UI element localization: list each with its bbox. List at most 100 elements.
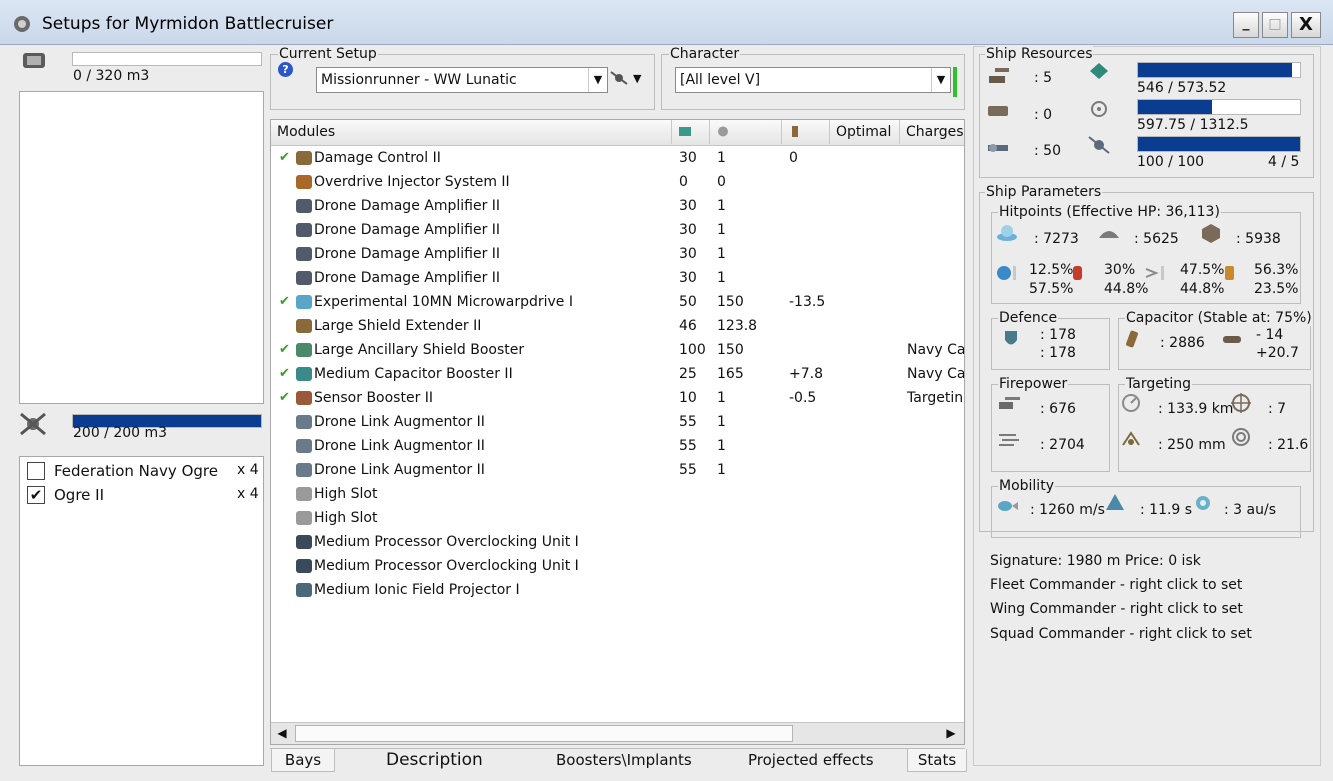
cargo-list[interactable] xyxy=(19,91,264,404)
module-charges: Targetin xyxy=(907,390,964,406)
turret-slot-icon xyxy=(989,68,1009,83)
module-icon xyxy=(296,319,312,333)
firepower-label: Firepower xyxy=(998,376,1069,392)
module-name: Sensor Booster II xyxy=(314,390,434,406)
module-active-icon: ✔ xyxy=(279,294,290,309)
module-pg: 1 xyxy=(717,438,726,454)
tab-description[interactable]: Description xyxy=(386,749,483,771)
launcher-slots-value: : 0 xyxy=(1034,107,1053,123)
thermal-resist-top: 30% xyxy=(1104,262,1136,278)
wing-commander-slot[interactable]: Wing Commander - right click to set xyxy=(990,601,1243,617)
table-row[interactable]: ✔ Experimental 10MN Microwarpdrive I 50 150… xyxy=(271,290,964,314)
turret-slots-value: : 5 xyxy=(1034,70,1053,86)
module-cpu: 50 xyxy=(679,294,697,310)
calibration-value: : 50 xyxy=(1034,143,1061,159)
column-header-capacitor[interactable] xyxy=(782,120,830,144)
tab-bays[interactable]: Bays xyxy=(271,749,335,772)
module-name: Drone Link Augmentor II xyxy=(314,462,485,478)
table-row[interactable]: Overdrive Injector System II 0 0 xyxy=(271,170,964,194)
module-charges: Navy Ca xyxy=(907,366,965,382)
module-name: Large Shield Extender II xyxy=(314,318,482,334)
drone-icon[interactable] xyxy=(610,70,628,86)
tab-boosters-implants[interactable]: Boosters\Implants xyxy=(556,749,692,771)
table-row[interactable]: Medium Ionic Field Projector I xyxy=(271,578,964,602)
module-cpu: 0 xyxy=(679,174,688,190)
kinetic-resist-top: 47.5% xyxy=(1180,262,1225,278)
module-icon xyxy=(296,415,312,429)
table-row[interactable]: Medium Processor Overclocking Unit I xyxy=(271,554,964,578)
table-row[interactable]: High Slot xyxy=(271,482,964,506)
module-icon xyxy=(296,535,312,549)
minimize-button[interactable]: _ xyxy=(1233,12,1259,38)
title-bar[interactable]: Setups for Myrmidon Battlecruiser _ □ X xyxy=(0,0,1333,45)
table-row[interactable]: ✔ Damage Control II 30 1 0 xyxy=(271,146,964,170)
table-row[interactable]: Drone Link Augmentor II 55 1 xyxy=(271,434,964,458)
powergrid-bar xyxy=(1137,99,1301,115)
module-pg: 150 xyxy=(717,342,744,358)
scrollbar-thumb[interactable] xyxy=(295,725,793,742)
structure-hp-icon xyxy=(1202,224,1220,243)
help-icon[interactable]: ? xyxy=(278,62,293,77)
align-time-icon xyxy=(1106,494,1124,510)
close-button[interactable]: X xyxy=(1291,12,1321,38)
module-icon xyxy=(296,559,312,573)
thermal-resist-icon xyxy=(1073,266,1082,280)
scroll-right-icon[interactable]: ▶ xyxy=(942,726,960,742)
chevron-down-icon[interactable]: ▼ xyxy=(931,68,950,92)
table-row[interactable]: ✔ Medium Capacitor Booster II 25 165 +7.8 Nav… xyxy=(271,362,965,386)
setup-dropdown[interactable]: Missionrunner - WW Lunatic ▼ xyxy=(316,67,608,93)
module-name: High Slot xyxy=(314,486,378,502)
column-header-optimal[interactable]: Optimal xyxy=(830,120,900,144)
column-header-cpu[interactable] xyxy=(672,120,710,144)
fleet-commander-slot[interactable]: Fleet Commander - right click to set xyxy=(990,577,1242,593)
list-item[interactable]: ✔ Ogre II x 4 xyxy=(20,483,263,509)
chevron-down-icon[interactable]: ▼ xyxy=(633,72,641,85)
drone-list[interactable]: Federation Navy Ogre x 4 ✔ Ogre II x 4 xyxy=(19,456,264,766)
table-row[interactable]: ✔ Large Ancillary Shield Booster 100 150 Nav… xyxy=(271,338,964,362)
drone-bay-icon xyxy=(20,412,46,436)
column-header-powergrid[interactable] xyxy=(710,120,782,144)
table-row[interactable]: Drone Damage Amplifier II 30 1 xyxy=(271,218,964,242)
column-header-modules[interactable]: Modules xyxy=(271,120,672,144)
mobility-align: : 11.9 s xyxy=(1140,502,1193,518)
horizontal-scrollbar[interactable]: ◀ ▶ xyxy=(271,722,964,744)
module-pg: 150 xyxy=(717,294,744,310)
table-row[interactable]: Medium Processor Overclocking Unit I xyxy=(271,530,964,554)
drone-checkbox[interactable] xyxy=(27,462,45,480)
character-dropdown[interactable]: [All level V] ▼ xyxy=(675,67,951,93)
column-header-charges[interactable]: Charges xyxy=(900,120,964,144)
chevron-down-icon[interactable]: ▼ xyxy=(588,68,607,92)
capacitor-icon xyxy=(792,126,798,137)
speed-icon xyxy=(998,501,1018,511)
tab-stats[interactable]: Stats xyxy=(907,749,967,772)
mobility-warp: : 3 au/s xyxy=(1224,502,1276,518)
module-name: Medium Processor Overclocking Unit I xyxy=(314,558,579,574)
table-row[interactable]: Drone Damage Amplifier II 30 1 xyxy=(271,194,964,218)
table-row[interactable]: Drone Link Augmentor II 55 1 xyxy=(271,458,964,482)
cpu-fill xyxy=(1138,63,1293,77)
table-row[interactable]: Drone Link Augmentor II 55 1 xyxy=(271,410,964,434)
drone-checkbox[interactable]: ✔ xyxy=(27,486,45,504)
cargo-capacity-bar xyxy=(72,52,262,66)
turret-dps-icon xyxy=(999,397,1020,409)
squad-commander-slot[interactable]: Squad Commander - right click to set xyxy=(990,626,1252,642)
table-row[interactable]: Drone Damage Amplifier II 30 1 xyxy=(271,266,964,290)
modules-table[interactable]: Modules Optimal Charges ✔ Damage Control … xyxy=(270,119,965,745)
maximize-button[interactable]: □ xyxy=(1262,12,1288,38)
table-row[interactable]: ✔ Sensor Booster II 10 1 -0.5 Targetin xyxy=(271,386,964,410)
explosive-resist-top: 56.3% xyxy=(1254,262,1299,278)
table-row[interactable]: High Slot xyxy=(271,506,964,530)
targeting-sensor-strength: : 21.6 xyxy=(1268,437,1309,453)
table-row[interactable]: Large Shield Extender II 46 123.8 xyxy=(271,314,964,338)
drone-bandwidth-icon xyxy=(1088,136,1110,154)
capacitor-recharge-icon xyxy=(1223,336,1241,343)
kinetic-resist-icon xyxy=(1145,266,1164,280)
module-active-icon: ✔ xyxy=(279,342,290,357)
list-item[interactable]: Federation Navy Ogre x 4 xyxy=(20,457,263,483)
table-row[interactable]: Drone Damage Amplifier II 30 1 xyxy=(271,242,964,266)
module-active-icon: ✔ xyxy=(279,150,290,165)
ship-parameters-label: Ship Parameters xyxy=(985,184,1103,200)
scroll-left-icon[interactable]: ◀ xyxy=(273,726,291,742)
tab-projected-effects[interactable]: Projected effects xyxy=(748,749,874,771)
module-cap: -13.5 xyxy=(789,294,826,310)
